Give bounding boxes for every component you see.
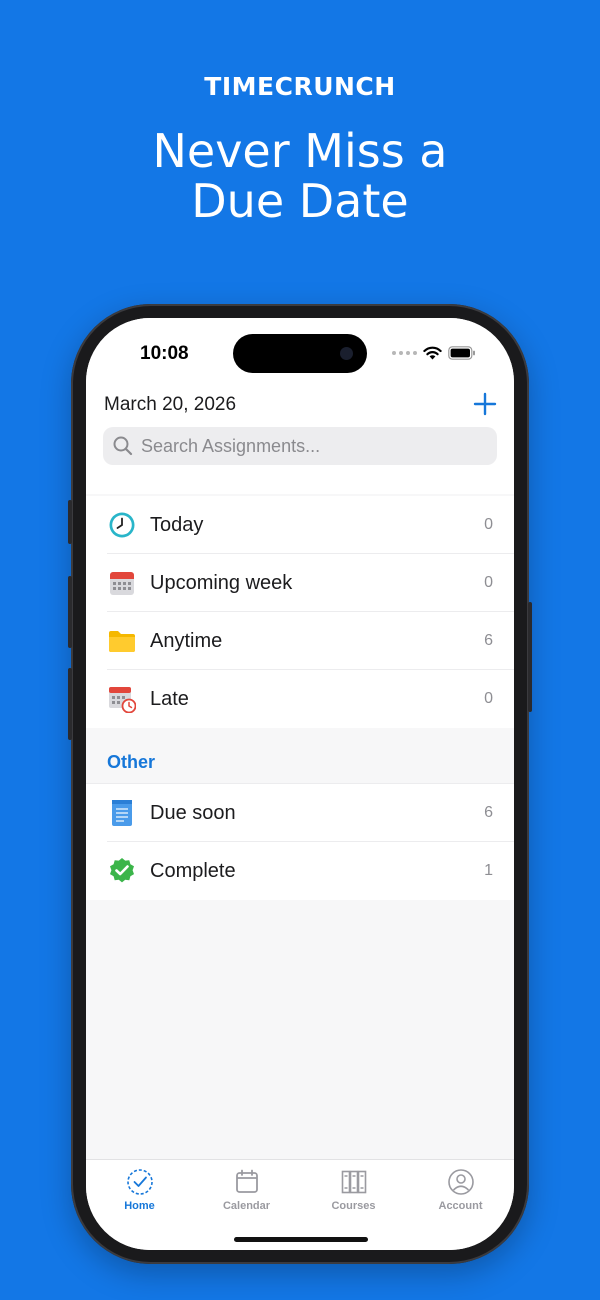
app-header: 10:08 March 20, 2026 bbox=[86, 318, 514, 494]
list-item-label: Anytime bbox=[150, 629, 223, 652]
search-bar[interactable] bbox=[103, 427, 497, 465]
search-icon bbox=[113, 436, 133, 456]
wifi-icon bbox=[423, 346, 442, 360]
tab-home[interactable]: Home bbox=[86, 1160, 193, 1250]
home-check-icon bbox=[126, 1169, 153, 1195]
section-title-other: Other bbox=[107, 752, 156, 772]
person-icon bbox=[447, 1169, 474, 1195]
late-calendar-icon bbox=[108, 685, 136, 713]
status-time: 10:08 bbox=[140, 343, 189, 364]
folder-icon bbox=[108, 627, 136, 655]
list-item-count: 0 bbox=[484, 516, 493, 533]
main-list: Today 0 Upcoming week 0 Anytime 6 Late 0 bbox=[86, 496, 514, 728]
list-item-due-soon[interactable]: Due soon 6 bbox=[86, 784, 514, 842]
check-badge-icon bbox=[108, 857, 136, 885]
list-item-complete[interactable]: Complete 1 bbox=[86, 842, 514, 900]
list-item-count: 6 bbox=[484, 804, 493, 821]
calendar-icon bbox=[108, 569, 136, 597]
list-item-count: 0 bbox=[484, 690, 493, 707]
signal-dots-icon bbox=[392, 351, 417, 355]
list-item-anytime[interactable]: Anytime 6 bbox=[86, 612, 514, 670]
tab-account[interactable]: Account bbox=[407, 1160, 514, 1250]
list-item-label: Due soon bbox=[150, 801, 236, 824]
camera-icon bbox=[340, 347, 353, 360]
dynamic-island bbox=[233, 334, 367, 373]
brand-title: TIMECRUNCH bbox=[204, 72, 396, 101]
calendar-outline-icon bbox=[235, 1169, 258, 1193]
clock-icon bbox=[108, 511, 136, 539]
list-item-label: Late bbox=[150, 687, 189, 710]
list-item-today[interactable]: Today 0 bbox=[86, 496, 514, 554]
list-item-upcoming-week[interactable]: Upcoming week 0 bbox=[86, 554, 514, 612]
tab-label: Calendar bbox=[222, 1200, 271, 1212]
list-item-label: Today bbox=[150, 513, 204, 536]
tab-label: Home bbox=[124, 1200, 155, 1212]
search-input[interactable] bbox=[139, 434, 483, 458]
other-list: Due soon 6 Complete 1 bbox=[86, 783, 514, 900]
tab-label: Courses bbox=[331, 1200, 376, 1212]
books-icon bbox=[341, 1170, 366, 1194]
current-date: March 20, 2026 bbox=[104, 394, 237, 415]
list-item-late[interactable]: Late 0 bbox=[86, 670, 514, 728]
list-item-label: Upcoming week bbox=[150, 571, 293, 594]
volume-up-button bbox=[68, 576, 72, 648]
list-item-count: 6 bbox=[484, 632, 493, 649]
status-icons bbox=[392, 345, 476, 361]
power-button bbox=[528, 602, 532, 712]
action-button bbox=[68, 500, 72, 544]
battery-icon bbox=[448, 346, 475, 360]
phone-screen: 10:08 March 20, 2026 Search Assignments.… bbox=[86, 318, 514, 1250]
list-item-count: 0 bbox=[484, 574, 493, 591]
list-item-label: Complete bbox=[150, 859, 236, 882]
notepad-icon bbox=[108, 799, 136, 827]
list-item-count: 1 bbox=[484, 862, 493, 879]
phone-frame: 10:08 March 20, 2026 Search Assignments.… bbox=[68, 304, 532, 1264]
plus-icon[interactable] bbox=[470, 389, 500, 419]
headline-line-2: Due Date bbox=[191, 174, 409, 228]
headline-line-1: Never Miss a bbox=[152, 124, 448, 178]
volume-down-button bbox=[68, 668, 72, 740]
home-indicator bbox=[234, 1237, 368, 1242]
marketing-headline: Never Miss a Due Date bbox=[0, 126, 600, 226]
tab-label: Account bbox=[438, 1200, 483, 1212]
